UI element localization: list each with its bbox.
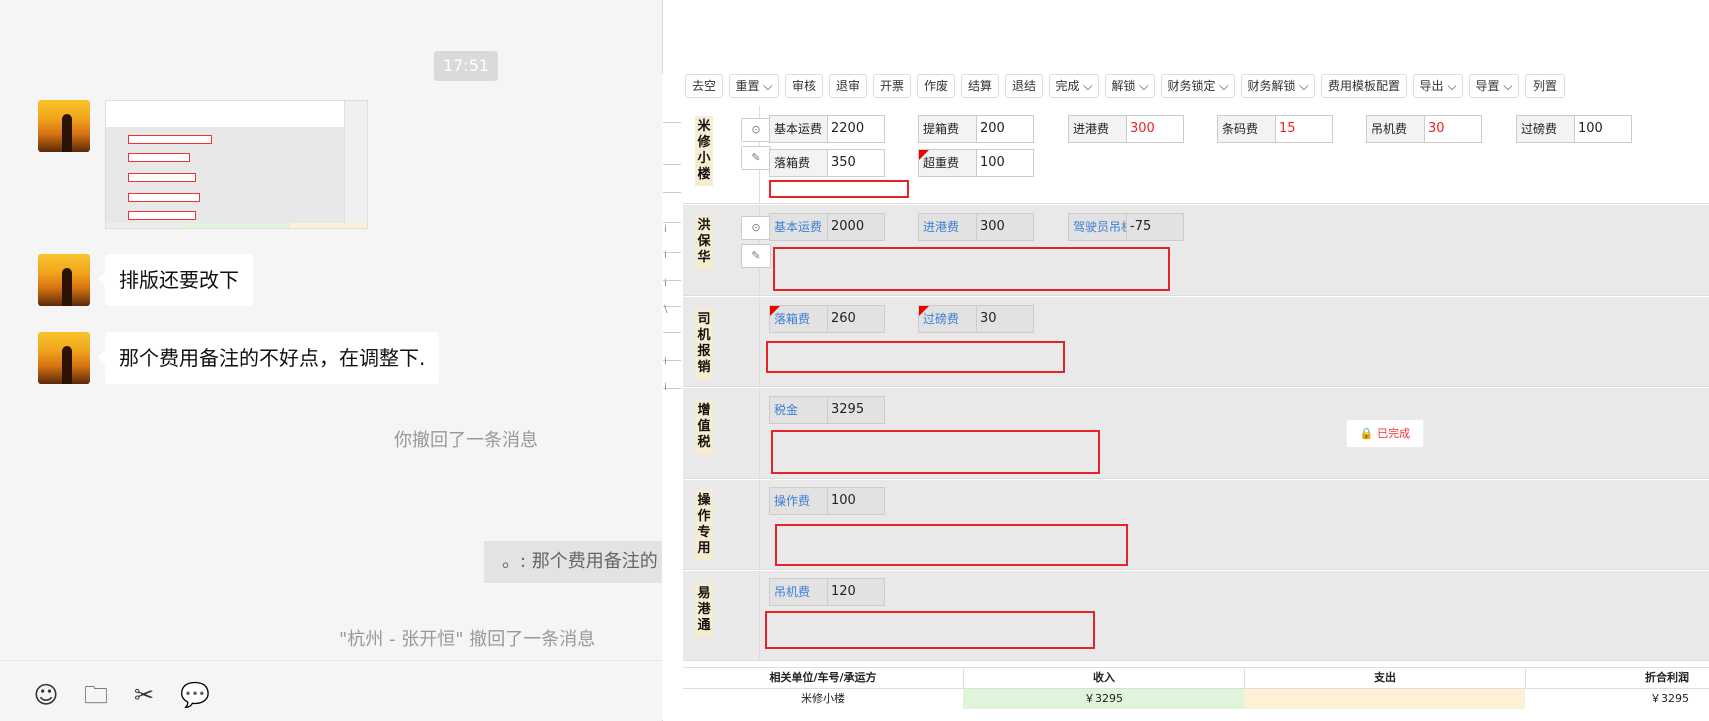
avatar[interactable] xyxy=(38,254,90,306)
table-header: 相关单位/车号/承运方 收入 支出 折合利润 xyxy=(683,667,1709,688)
fee-field[interactable]: 操作费 100 xyxy=(769,487,885,515)
table-row[interactable]: 米修小楼 ￥3295 ￥3295 xyxy=(683,688,1709,709)
erp-screenshot-panel: i i i \ i i 去空 重置 ⌵ 审核 退审 开票 作废 结算 退结 完成… xyxy=(662,0,1709,721)
section-label: 米修小楼 xyxy=(695,116,713,186)
recall-notice: "杭州 - 张开恒" 撤回了一条消息 xyxy=(339,629,596,650)
invoice-button[interactable]: 开票 xyxy=(873,74,911,98)
fee-remark-box[interactable] xyxy=(766,341,1065,373)
unsettle-button[interactable]: 退结 xyxy=(1005,74,1043,98)
text-message[interactable]: 排版还要改下 xyxy=(98,254,253,306)
unapprove-button[interactable]: 退审 xyxy=(829,74,867,98)
image-message-thumbnail[interactable] xyxy=(105,100,368,229)
view-icon[interactable]: ⊙ xyxy=(741,118,771,142)
chat-input-toolbar: ☺ 🗀 ✂ 💬 xyxy=(0,660,662,721)
import-dropdown[interactable]: 导置 ⌵ xyxy=(1469,74,1519,98)
fee-field[interactable]: 进港费 300 xyxy=(1068,115,1184,143)
fee-field[interactable]: 条码费 15 xyxy=(1217,115,1333,143)
fee-field[interactable]: 过磅费 30 xyxy=(918,305,1034,333)
section-label: 操作专用 xyxy=(695,490,713,560)
reset-dropdown[interactable]: 重置 ⌵ xyxy=(729,74,779,98)
edit-icon[interactable]: ✎ xyxy=(741,146,771,170)
status-badge: 🔒 已完成 xyxy=(1346,419,1424,448)
section-label: 增值税 xyxy=(695,400,713,454)
clear-empty-button[interactable]: 去空 xyxy=(685,74,723,98)
fee-section: 增值税 税金 3295 xyxy=(683,388,1709,479)
fee-remark-box[interactable] xyxy=(773,247,1170,291)
complete-dropdown[interactable]: 完成 ⌵ xyxy=(1049,74,1099,98)
quoted-message[interactable]: 。: 那个费用备注的 xyxy=(484,541,662,583)
section-label: 司机报销 xyxy=(695,309,713,379)
avatar[interactable] xyxy=(38,332,90,384)
fee-field[interactable]: 吊机费 30 xyxy=(1366,115,1482,143)
column-settings-button[interactable]: 列置 xyxy=(1525,74,1565,98)
fee-field[interactable]: 落箱费 260 xyxy=(769,305,885,333)
message-timestamp: 17:51 xyxy=(434,51,498,81)
unlock-dropdown[interactable]: 解锁 ⌵ xyxy=(1105,74,1155,98)
fee-section: 司机报销 落箱费 260 过磅费 30 xyxy=(683,297,1709,387)
chat-bubble-icon[interactable]: 💬 xyxy=(180,681,210,709)
fee-field[interactable]: 税金 3295 xyxy=(769,396,885,424)
fee-field[interactable]: 驾驶员吊机-75 xyxy=(1068,213,1184,241)
fee-remark-box[interactable] xyxy=(769,180,909,198)
fee-field[interactable]: 基本运费 2200 xyxy=(769,115,885,143)
recall-notice: 你撤回了一条消息 xyxy=(394,430,538,451)
settle-button[interactable]: 结算 xyxy=(961,74,999,98)
chat-panel: 17:51 排版还要改下 那个费用备注的不好点，在调整下. 你撤回了一条消息 。… xyxy=(0,0,662,721)
section-label: 洪保华 xyxy=(695,215,713,269)
fee-field[interactable]: 过磅费 100 xyxy=(1516,115,1632,143)
fee-remark-box[interactable] xyxy=(775,524,1128,566)
left-strip: i i i \ i i xyxy=(662,74,682,720)
fee-section: 易港通 吊机费 120 xyxy=(683,571,1709,661)
fee-field[interactable]: 超重费 100 xyxy=(918,149,1034,177)
fee-remark-box[interactable] xyxy=(765,611,1095,649)
fee-section: 洪保华 ⊙ ✎ 基本运费2000 进港费300 驾驶员吊机-75 xyxy=(683,205,1709,296)
folder-icon[interactable]: 🗀 xyxy=(82,681,110,709)
edit-icon[interactable]: ✎ xyxy=(741,244,771,268)
avatar[interactable] xyxy=(38,100,90,152)
fee-section: 操作专用 操作费 100 xyxy=(683,480,1709,570)
emoji-icon[interactable]: ☺ xyxy=(32,681,60,709)
finance-unlock-dropdown[interactable]: 财务解锁 ⌵ xyxy=(1241,74,1315,98)
fee-field[interactable]: 基本运费 2000 xyxy=(769,213,885,241)
finance-lock-dropdown[interactable]: 财务锁定 ⌵ xyxy=(1161,74,1235,98)
approve-button[interactable]: 审核 xyxy=(785,74,823,98)
text-message[interactable]: 那个费用备注的不好点，在调整下. xyxy=(97,332,440,384)
view-icon[interactable]: ⊙ xyxy=(741,216,771,240)
fee-template-config-button[interactable]: 费用模板配置 xyxy=(1321,74,1407,98)
scissors-icon[interactable]: ✂ xyxy=(130,681,158,709)
fee-field[interactable]: 落箱费 350 xyxy=(769,149,885,177)
section-label: 易港通 xyxy=(695,583,713,637)
fee-remark-box[interactable] xyxy=(771,430,1100,474)
fee-field[interactable]: 提箱费 200 xyxy=(918,115,1034,143)
void-button[interactable]: 作废 xyxy=(917,74,955,98)
fee-field[interactable]: 进港费 300 xyxy=(918,213,1034,241)
fee-section: 米修小楼 ⊙ ✎ 基本运费 2200 提箱费 200 进港费 300 条码费 15 吊机… xyxy=(683,106,1709,204)
fee-field[interactable]: 吊机费 120 xyxy=(769,578,885,606)
export-dropdown[interactable]: 导出 ⌵ xyxy=(1413,74,1463,98)
